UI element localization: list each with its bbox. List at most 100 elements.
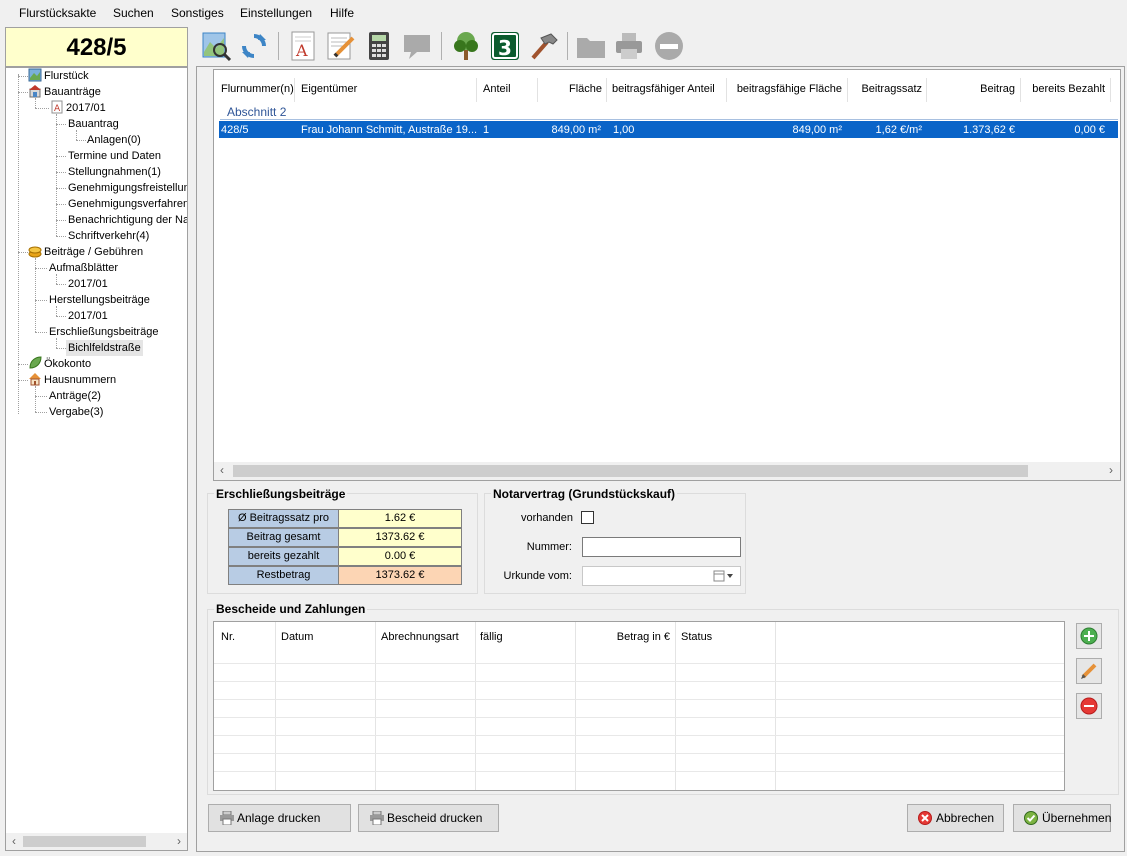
total-label: Beitrag gesamt — [228, 528, 339, 547]
menu-flurstuecksakte[interactable]: Flurstücksakte — [19, 6, 96, 20]
column-header-betrag[interactable]: Betrag in € — [576, 631, 670, 643]
minus-icon — [1080, 697, 1098, 715]
document-pdf-icon[interactable]: A — [287, 30, 319, 62]
anlage-drucken-label: Anlage drucken — [237, 811, 321, 825]
column-header-beitrag[interactable]: Beitrag — [927, 83, 1015, 95]
column-header-anteil[interactable]: Anteil — [483, 83, 511, 95]
tree-item-herstellung-2017-01[interactable]: 2017/01 — [68, 308, 108, 324]
edit-document-icon[interactable] — [325, 30, 357, 62]
tree-item-genehmigungsfreistellung[interactable]: Genehmigungsfreistellung — [68, 180, 187, 196]
print-icon[interactable] — [613, 30, 645, 62]
tree-label: Flurstück — [44, 70, 89, 82]
table-row[interactable]: 428/5 Frau Johann Schmitt, Austraße 19..… — [219, 121, 1118, 138]
column-header-abrechnungsart[interactable]: Abrechnungsart — [381, 631, 459, 643]
calculator-icon[interactable] — [363, 30, 395, 62]
tree-item-aufmass-2017-01[interactable]: 2017/01 — [68, 276, 108, 292]
tree-item-benachrichtigung[interactable]: Benachrichtigung der Nachbarn — [68, 212, 187, 228]
uebernehmen-button[interactable]: Übernehmen — [1013, 804, 1111, 832]
tree-label: Bichlfeldstraße — [68, 342, 141, 354]
tree-item-bauantrag[interactable]: Bauantrag — [68, 116, 119, 132]
column-header-beitragsfaehiger-anteil[interactable]: beitragsfähiger Anteil — [612, 83, 715, 95]
column-header-status[interactable]: Status — [681, 631, 712, 643]
tree-label: Anträge(2) — [49, 390, 101, 402]
payments-table[interactable]: Nr. Datum Abrechnungsart fällig Betrag i… — [213, 621, 1065, 791]
remove-icon[interactable] — [653, 30, 685, 62]
menu-sonstiges[interactable]: Sonstiges — [171, 6, 224, 20]
tree-item-antraege[interactable]: Anträge(2) — [49, 388, 101, 404]
column-header-beitragsfaehige-flaeche[interactable]: beitragsfähige Fläche — [727, 83, 842, 95]
leaf-icon — [28, 356, 42, 370]
print-icon — [220, 811, 234, 825]
column-header-beitragssatz[interactable]: Beitragssatz — [848, 83, 922, 95]
column-header-datum[interactable]: Datum — [281, 631, 313, 643]
tree-item-bichlfeldstrasse[interactable]: Bichlfeldstraße — [66, 340, 143, 356]
tree-item-erschliessungsbeitraege[interactable]: Erschließungsbeiträge — [49, 324, 158, 340]
menu-einstellungen[interactable]: Einstellungen — [240, 6, 312, 20]
tree-item-anlagen[interactable]: Anlagen(0) — [87, 132, 141, 148]
hammer-icon[interactable] — [527, 30, 559, 62]
abbrechen-button[interactable]: Abbrechen — [907, 804, 1004, 832]
tree-item-oekokonto[interactable]: Ökokonto — [28, 356, 91, 372]
tree-label: Aufmaßblätter — [49, 262, 119, 274]
tree-item-aufmassblaetter[interactable]: Aufmaßblätter — [49, 260, 118, 276]
column-header-flaeche[interactable]: Fläche — [538, 83, 602, 95]
tree-label: Herstellungsbeiträge — [49, 294, 150, 306]
cell-flurnummer: 428/5 — [221, 124, 249, 136]
column-header-eigentuemer[interactable]: Eigentümer — [301, 83, 357, 95]
column-header-faellig[interactable]: fällig — [480, 631, 503, 643]
tree-item-termine[interactable]: Termine und Daten — [68, 148, 161, 164]
refresh-icon[interactable] — [238, 30, 270, 62]
tree-item-genehmigungsverfahren[interactable]: Genehmigungsverfahren(1) — [68, 196, 188, 212]
column-header-flurnummer[interactable]: Flurnummer(n) — [221, 83, 294, 95]
vorhanden-label: vorhanden — [521, 512, 573, 524]
edit-payment-button[interactable] — [1076, 658, 1102, 684]
delete-payment-button[interactable] — [1076, 693, 1102, 719]
menu-hilfe[interactable]: Hilfe — [330, 6, 354, 20]
scroll-left-icon[interactable]: ‹ — [214, 462, 230, 479]
erschliessungsbeitraege-title: Erschließungsbeiträge — [214, 487, 348, 501]
tree-horizontal-scrollbar[interactable]: ‹ › — [6, 833, 187, 850]
tree-label: 2017/01 — [68, 310, 108, 322]
tree-item-bauantraege[interactable]: Bauanträge — [28, 84, 101, 100]
tree-item-herstellungsbeitraege[interactable]: Herstellungsbeiträge — [49, 292, 150, 308]
tree-label: Genehmigungsverfahren(1) — [68, 198, 188, 210]
tree-item-flurstueck[interactable]: Flurstück — [28, 68, 89, 84]
tree-label: Stellungnahmen(1) — [68, 166, 161, 178]
tree-item-2017-01[interactable]: A 2017/01 — [50, 100, 106, 116]
cell-beitragsfaehiger-anteil: 1,00 — [613, 124, 635, 136]
urkunde-date-picker[interactable] — [582, 566, 741, 586]
map-search-icon[interactable] — [200, 30, 232, 62]
cell-anteil: 1 — [483, 124, 490, 136]
scroll-right-icon[interactable]: › — [171, 833, 187, 850]
tree-item-beitraege[interactable]: Beiträge / Gebühren — [28, 244, 143, 260]
navigation-tree[interactable]: Flurstück Bauanträge A 2017/01 Bauantrag … — [5, 67, 188, 851]
column-header-bereits-bezahlt[interactable]: bereits Bezahlt — [1021, 83, 1105, 95]
scroll-right-icon[interactable]: › — [1103, 462, 1119, 479]
paid-label: bereits gezahlt — [228, 547, 339, 566]
tree-label: Beiträge / Gebühren — [44, 246, 144, 258]
scrollbar-thumb[interactable] — [233, 465, 1028, 477]
scroll-left-icon[interactable]: ‹ — [6, 833, 22, 850]
column-header-nr[interactable]: Nr. — [221, 631, 235, 643]
parcel-number-header: 428/5 — [5, 27, 188, 67]
tree-item-vergabe[interactable]: Vergabe(3) — [49, 404, 103, 420]
grid-horizontal-scrollbar[interactable]: ‹ › — [214, 462, 1120, 480]
notarvertrag-title: Notarvertrag (Grundstückskauf) — [491, 487, 678, 501]
house-number-icon[interactable]: 3 — [489, 30, 521, 62]
anlage-drucken-button[interactable]: Anlage drucken — [208, 804, 351, 832]
tree-item-stellungnahmen[interactable]: Stellungnahmen(1) — [68, 164, 161, 180]
scrollbar-thumb[interactable] — [23, 836, 146, 847]
tree-item-hausnummern[interactable]: Hausnummern — [28, 372, 116, 388]
menu-suchen[interactable]: Suchen — [113, 6, 154, 20]
folder-icon[interactable] — [575, 30, 607, 62]
tree-label: Bauanträge — [44, 86, 101, 98]
vorhanden-checkbox[interactable] — [581, 511, 594, 524]
add-payment-button[interactable] — [1076, 623, 1102, 649]
nummer-input[interactable] — [582, 537, 741, 557]
calendar-icon[interactable] — [713, 570, 735, 585]
tree-item-schriftverkehr[interactable]: Schriftverkehr(4) — [68, 228, 149, 244]
cancel-icon — [918, 811, 932, 825]
comment-icon[interactable] — [401, 30, 433, 62]
tree-icon[interactable] — [450, 30, 482, 62]
bescheid-drucken-button[interactable]: Bescheid drucken — [358, 804, 499, 832]
